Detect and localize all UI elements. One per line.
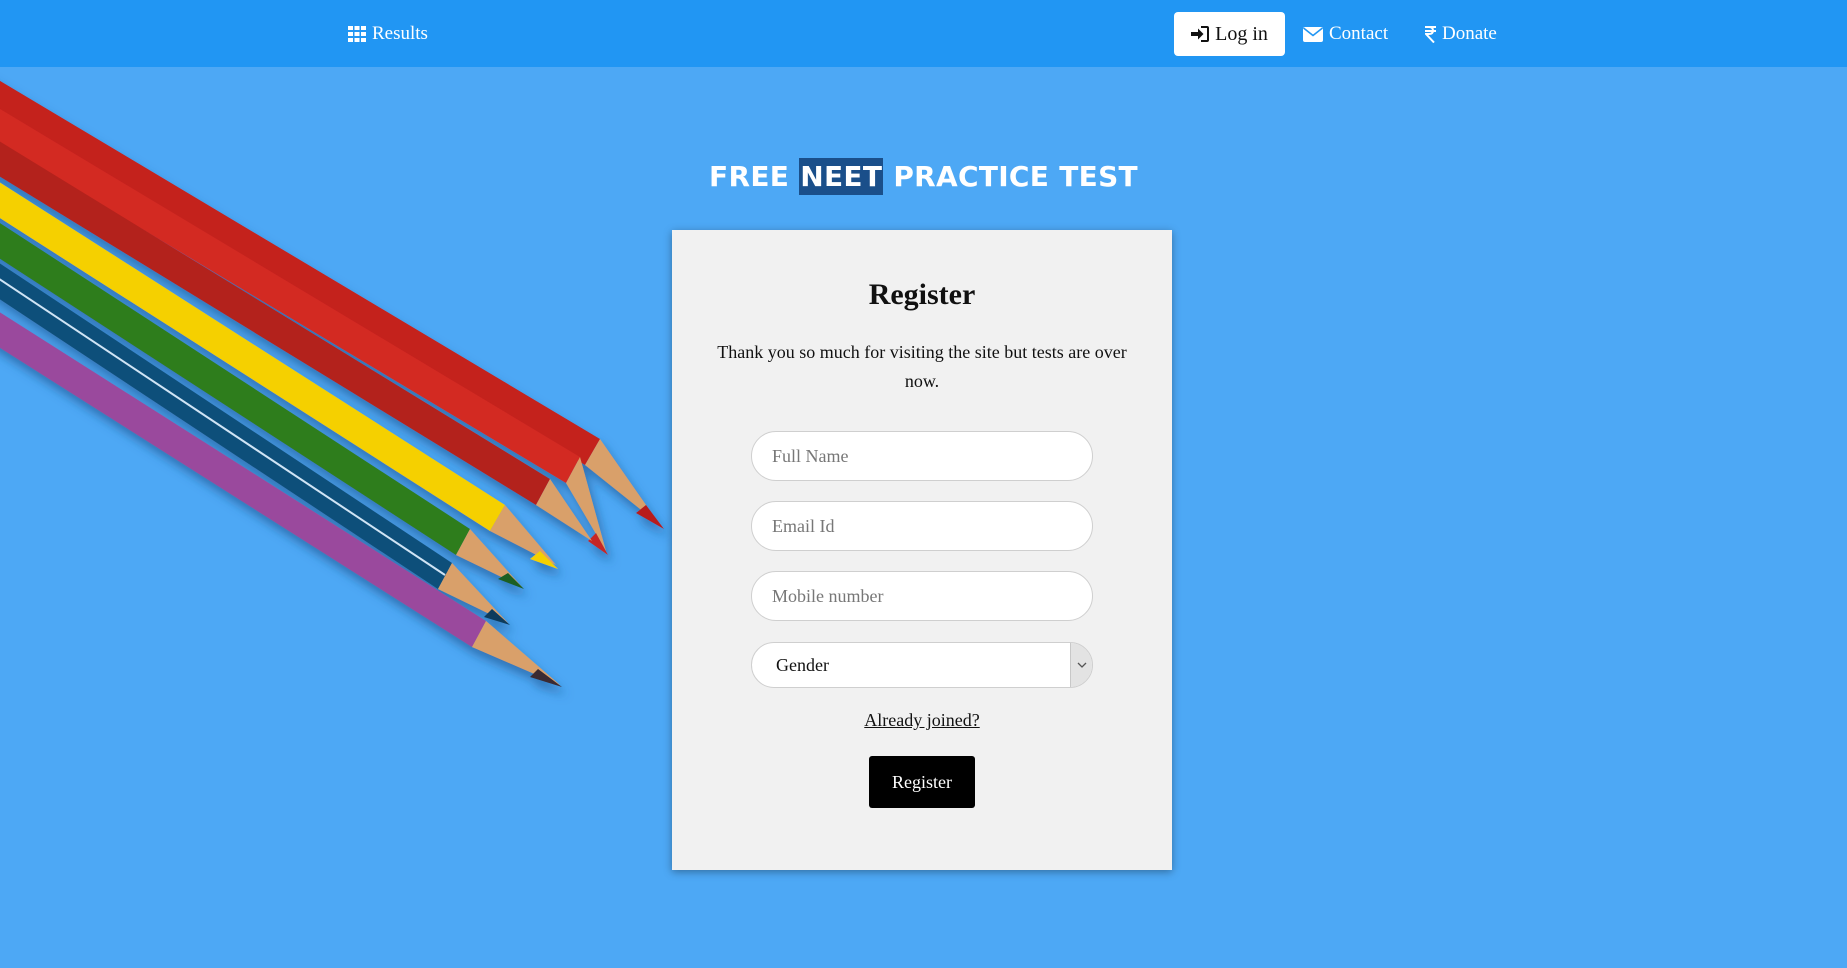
nav-donate-label: Donate (1442, 23, 1497, 44)
envelope-icon (1303, 26, 1323, 42)
already-joined-link[interactable]: Already joined? (672, 710, 1172, 731)
title-highlight: NEET (799, 158, 884, 195)
gender-select[interactable]: Gender (751, 642, 1093, 688)
nav-contact-link[interactable]: Contact (1303, 12, 1388, 56)
nav-login-label: Log in (1215, 22, 1268, 45)
email-input[interactable] (751, 501, 1093, 551)
nav-donate-link[interactable]: Donate (1425, 12, 1497, 56)
chevron-down-icon (1077, 662, 1086, 668)
sign-in-icon (1191, 26, 1210, 42)
title-prefix: FREE (709, 160, 790, 193)
full-name-input[interactable] (751, 431, 1093, 481)
gender-select-value: Gender (776, 655, 829, 675)
rupee-icon (1425, 25, 1436, 43)
dropdown-arrow[interactable] (1070, 643, 1092, 687)
nav-login-button[interactable]: Log in (1174, 12, 1285, 56)
register-card: Register Thank you so much for visiting … (672, 230, 1172, 870)
nav-results-label: Results (372, 23, 428, 44)
grid-icon (348, 26, 366, 42)
nav-results-link[interactable]: Results (348, 12, 428, 56)
nav-contact-label: Contact (1329, 23, 1389, 44)
tests-over-message: Thank you so much for visiting the site … (717, 342, 1127, 391)
title-suffix: PRACTICE TEST (893, 160, 1138, 193)
register-button[interactable]: Register (869, 756, 975, 808)
site-title: FREE NEET PRACTICE TEST (0, 158, 1847, 195)
mobile-number-input[interactable] (751, 571, 1093, 621)
register-heading: Register (868, 278, 976, 311)
top-navbar: Results Log in Contact Donate (0, 0, 1847, 67)
